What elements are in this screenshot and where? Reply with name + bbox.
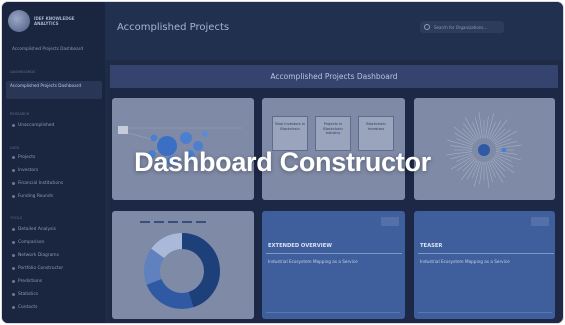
brand-name: IDEF KNOWLEDGE ANALYTICS <box>34 16 75 26</box>
search-input[interactable]: Search for Organizations... <box>420 21 504 33</box>
sidebar-item-label: Contacts <box>18 305 38 310</box>
sidebar-item-label: Projects <box>18 155 36 160</box>
sidebar-item-label: Accomplished Projects Dashboard <box>10 83 81 88</box>
donut-chart <box>140 221 220 309</box>
sidebar: IDEF KNOWLEDGE ANALYTICS Accomplished Pr… <box>2 2 105 323</box>
sidebar-item-label: Comparison <box>18 240 45 245</box>
card-subtitle: Industrial Ecosystem Mapping as a Servic… <box>420 259 510 264</box>
sidebar-section-dashboards: Dashboards <box>10 70 36 74</box>
bullet-icon <box>12 182 15 185</box>
radial-diagram <box>446 112 522 188</box>
app-window: IDEF KNOWLEDGE ANALYTICS Accomplished Pr… <box>2 2 563 323</box>
bullet-icon <box>12 254 15 257</box>
sidebar-item-portfolio-constructor[interactable]: Portfolio Constructor <box>12 266 63 271</box>
teaser-card[interactable]: TEASER Industrial Ecosystem Mapping as a… <box>414 211 555 319</box>
stat-box: Total Investors in Blockchain <box>272 116 308 151</box>
sidebar-item-label: Network Diagrams <box>18 253 59 258</box>
radial-node <box>501 147 507 153</box>
sidebar-item-network-diagrams[interactable]: Network Diagrams <box>12 253 59 258</box>
stat-box: Blockchain Investors <box>358 116 394 151</box>
bullet-icon <box>12 267 15 270</box>
sidebar-item-label: Funding Rounds <box>18 194 54 199</box>
sidebar-item-investors[interactable]: Investors <box>12 168 38 173</box>
sidebar-item-predictions[interactable]: Predictions <box>12 279 42 284</box>
radial-center-node <box>478 144 490 156</box>
sidebar-item-contacts[interactable]: Contacts <box>12 305 37 310</box>
bullet-icon <box>12 280 15 283</box>
divider <box>418 253 554 254</box>
dashboard-banner: Accomplished Projects Dashboard <box>110 65 558 88</box>
bullet-icon <box>12 228 15 231</box>
sidebar-item-label: Detailed Analysis <box>18 227 56 232</box>
sidebar-subtitle: Accomplished Projects Dashboard <box>12 46 83 51</box>
sidebar-item-statistics[interactable]: Statistics <box>12 292 38 297</box>
card-title: EXTENDED OVERVIEW <box>268 243 332 249</box>
top-bar: Accomplished Projects Search for Organiz… <box>105 2 563 60</box>
donut-chart-card[interactable] <box>112 211 254 319</box>
sidebar-item-label: Investors <box>18 168 39 173</box>
bullet-icon <box>12 195 15 198</box>
sidebar-item-label: Financial Institutions <box>18 181 64 186</box>
page-title: Accomplished Projects <box>117 22 230 33</box>
sidebar-item-label: Predictions <box>18 279 43 284</box>
stat-box: Projects in Blockchain Industry <box>315 116 351 151</box>
card-subtitle: Industrial Ecosystem Mapping as a Servic… <box>268 259 358 264</box>
dashboard-area: Accomplished Projects Dashboard Total In <box>110 65 560 323</box>
bullet-icon <box>12 306 15 309</box>
bullet-icon <box>12 156 15 159</box>
brand-logo[interactable]: IDEF KNOWLEDGE ANALYTICS <box>8 10 86 32</box>
brand-logo-icon <box>531 217 549 226</box>
sidebar-item-label: Statistics <box>18 292 39 297</box>
extended-overview-card[interactable]: EXTENDED OVERVIEW Industrial Ecosystem M… <box>262 211 405 319</box>
dashboard-banner-title: Accomplished Projects Dashboard <box>270 72 398 81</box>
sidebar-section-data: Data <box>10 146 20 150</box>
sidebar-item-funding-rounds[interactable]: Funding Rounds <box>12 194 53 199</box>
sidebar-item-accomplished-projects[interactable]: Accomplished Projects Dashboard <box>6 81 102 99</box>
radial-spoke <box>453 126 475 143</box>
sidebar-item-comparison[interactable]: Comparison <box>12 240 44 245</box>
bullet-icon <box>12 293 15 296</box>
brand-logo-icon <box>381 217 399 226</box>
network-diagram <box>118 126 242 166</box>
divider <box>266 312 400 313</box>
card-title: TEASER <box>420 243 443 249</box>
blockchain-stats-card[interactable]: Total Investors in Blockchain Projects i… <box>262 98 405 200</box>
bullet-icon <box>12 169 15 172</box>
divider <box>418 312 552 313</box>
sidebar-item-label: Portfolio Constructor <box>18 266 64 271</box>
sidebar-item-label: Unaccomplished <box>18 123 55 128</box>
bullet-icon <box>12 241 15 244</box>
sidebar-item-projects[interactable]: Projects <box>12 155 35 160</box>
sidebar-section-research: Research <box>10 112 30 116</box>
radial-spoke <box>460 159 477 181</box>
search-placeholder: Search for Organizations... <box>434 24 488 30</box>
sidebar-item-unaccomplished[interactable]: Unaccomplished <box>12 123 54 128</box>
radial-spoke <box>491 119 508 141</box>
radial-diagram-card[interactable] <box>414 98 555 200</box>
sidebar-item-detailed-analysis[interactable]: Detailed Analysis <box>12 227 56 232</box>
sidebar-section-tools: Tools <box>10 216 23 220</box>
sidebar-item-financial-institutions[interactable]: Financial Institutions <box>12 181 63 186</box>
search-icon <box>424 24 430 30</box>
bullet-icon <box>12 124 15 127</box>
brain-logo-icon <box>8 10 30 32</box>
network-diagram-card[interactable] <box>112 98 254 200</box>
radial-spoke <box>493 157 515 174</box>
divider <box>266 253 402 254</box>
